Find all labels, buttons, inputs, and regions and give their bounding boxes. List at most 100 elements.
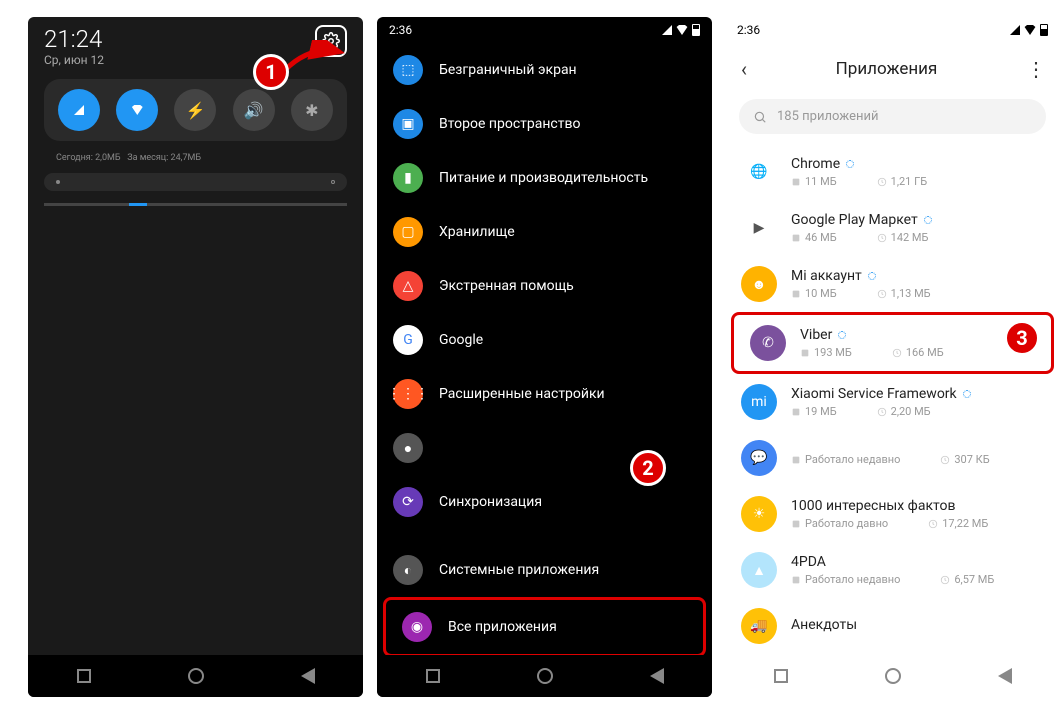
app-name: Анекдоты	[791, 617, 1044, 633]
phone-quicksettings: 21:24 Ср, июн 12 ⚡ 🔊 ✱ Сегодня: 2,0МБ За…	[28, 17, 363, 697]
settings-label: Экстренная помощь	[439, 278, 574, 294]
app-icon: ✆	[750, 325, 786, 361]
qs-time: 21:24	[44, 25, 104, 53]
app-row-7[interactable]: ▲4PDAРаботало недавно6,57 МБ	[725, 542, 1060, 598]
settings-list[interactable]: ⬚ Безграничный экран ▣ Второе пространство ▮…	[377, 43, 712, 697]
app-row-2[interactable]: ☻Mi аккаунт10 МБ1,13 МБ	[725, 256, 1060, 312]
settings-label: Синхронизация	[439, 494, 542, 510]
app-stats: 19 МБ2,20 МБ	[791, 405, 1044, 418]
app-name: 1000 интересных фактов	[791, 498, 1044, 514]
app-icon: ▶	[741, 210, 777, 246]
app-name: 4PDA	[791, 554, 1044, 570]
settings-icon: △	[393, 271, 423, 301]
brightness-auto-icon	[327, 176, 339, 188]
page-title: Приложения	[767, 59, 1006, 79]
app-icon: 🚚	[741, 608, 777, 644]
settings-item-8[interactable]: ⟳ Синхронизация	[377, 475, 712, 529]
app-stats: 46 МБ142 МБ	[791, 231, 1044, 244]
app-icon: ☻	[741, 266, 777, 302]
nav-home[interactable]	[537, 668, 553, 684]
settings-item-6[interactable]: ⋮⋮⋮ Расширенные настройки	[377, 367, 712, 421]
settings-label: Второе пространство	[439, 116, 580, 132]
nav-recent[interactable]	[774, 669, 788, 683]
annotation-arrow	[280, 40, 350, 80]
sound-tile[interactable]: 🔊	[233, 89, 275, 131]
app-header: ‹ Приложения ⋮	[725, 43, 1060, 95]
app-stats: Работало недавно307 КБ	[791, 453, 1044, 466]
settings-icon: ▮	[393, 163, 423, 193]
step-badge-1: 1	[253, 54, 289, 90]
nav-back[interactable]	[650, 668, 664, 684]
nav-bar	[377, 655, 712, 697]
status-bar: 2:36	[377, 17, 712, 43]
app-name: Xiaomi Service Framework	[791, 386, 1044, 402]
app-name: Viber	[800, 327, 1035, 343]
settings-icon: ▣	[393, 109, 423, 139]
settings-icon: ⬚	[393, 55, 423, 85]
brightness-slider[interactable]	[44, 203, 347, 206]
nav-back[interactable]	[998, 668, 1012, 684]
app-stats: 10 МБ1,13 МБ	[791, 287, 1044, 300]
app-row-1[interactable]: ▶Google Play Маркет46 МБ142 МБ	[725, 200, 1060, 256]
nav-recent[interactable]	[77, 669, 91, 683]
app-icon: 🌐	[741, 154, 777, 190]
nav-back[interactable]	[301, 668, 315, 684]
app-icon: 💬	[741, 440, 777, 476]
settings-item-9[interactable]: ◐ Системные приложения	[377, 543, 712, 597]
wifi-tile[interactable]	[116, 89, 158, 131]
nav-recent[interactable]	[426, 669, 440, 683]
bluetooth-tile[interactable]: ✱	[291, 89, 333, 131]
status-bar: 2:36	[725, 17, 1060, 43]
search-icon	[753, 110, 767, 124]
status-time: 2:36	[389, 23, 412, 37]
settings-icon: ⋮⋮⋮	[393, 379, 423, 409]
settings-icon: ●	[393, 433, 423, 463]
settings-label: Расширенные настройки	[439, 386, 605, 402]
nav-home[interactable]	[188, 668, 204, 684]
app-row-5[interactable]: 💬 Работало недавно307 КБ	[725, 430, 1060, 486]
step-badge-2: 2	[630, 450, 666, 486]
app-stats: Работало давно17,22 МБ	[791, 517, 1044, 530]
settings-label: Питание и производительность	[439, 170, 648, 186]
brightness-slider-row[interactable]	[44, 173, 347, 191]
settings-icon: G	[393, 325, 423, 355]
phone-apps: 2:36 ‹ Приложения ⋮ 185 приложений 🌐 Chro…	[725, 17, 1060, 697]
apps-list[interactable]: 🌐 Chrome 11 МБ1,21 ГБ ▶Google Play Маркет46…	[725, 144, 1060, 654]
flashlight-tile[interactable]: ⚡	[174, 89, 216, 131]
search-input[interactable]: 185 приложений	[739, 99, 1046, 134]
app-row-8[interactable]: 🚚 Анекдоты	[725, 598, 1060, 654]
app-icon: ☀	[741, 496, 777, 532]
settings-item-2[interactable]: ▮ Питание и производительность	[377, 151, 712, 205]
settings-label: Google	[439, 332, 483, 348]
phone-settings: 2:36 ⬚ Безграничный экран ▣ Второе простран…	[377, 17, 712, 697]
menu-icon[interactable]: ⋮	[1026, 57, 1044, 81]
app-icon: ▲	[741, 552, 777, 588]
settings-icon: ⟳	[393, 487, 423, 517]
settings-item-3[interactable]: ▢Хранилище	[377, 205, 712, 259]
mobile-data-tile[interactable]	[58, 89, 100, 131]
settings-item-0[interactable]: ⬚ Безграничный экран	[377, 43, 712, 97]
settings-icon: ◉	[402, 612, 432, 642]
app-row-0[interactable]: 🌐 Chrome 11 МБ1,21 ГБ	[725, 144, 1060, 200]
qs-date: Ср, июн 12	[44, 53, 104, 67]
app-stats: 11 МБ1,21 ГБ	[791, 175, 1044, 188]
quick-tiles: ⚡ 🔊 ✱	[44, 79, 347, 141]
nav-bar	[725, 655, 1060, 697]
back-icon[interactable]: ‹	[741, 57, 747, 81]
settings-icon: ◐	[393, 555, 423, 585]
app-name: Chrome	[791, 156, 1044, 172]
app-row-6[interactable]: ☀ 1000 интересных фактов Работало давно17,…	[725, 486, 1060, 542]
settings-item-1[interactable]: ▣ Второе пространство	[377, 97, 712, 151]
app-icon: mi	[741, 384, 777, 420]
settings-label: Системные приложения	[439, 562, 599, 578]
app-stats: 193 МБ166 МБ	[800, 346, 1035, 359]
app-row-4[interactable]: mi Xiaomi Service Framework 19 МБ2,20 МБ	[725, 374, 1060, 430]
status-time: 2:36	[737, 23, 760, 37]
settings-item-4[interactable]: △ Экстренная помощь	[377, 259, 712, 313]
settings-item-10[interactable]: ◉ Все приложения	[383, 597, 706, 657]
nav-home[interactable]	[885, 668, 901, 684]
settings-label: Все приложения	[448, 619, 557, 635]
settings-icon: ▢	[393, 217, 423, 247]
settings-label: Безграничный экран	[439, 62, 577, 78]
settings-item-5[interactable]: G Google	[377, 313, 712, 367]
